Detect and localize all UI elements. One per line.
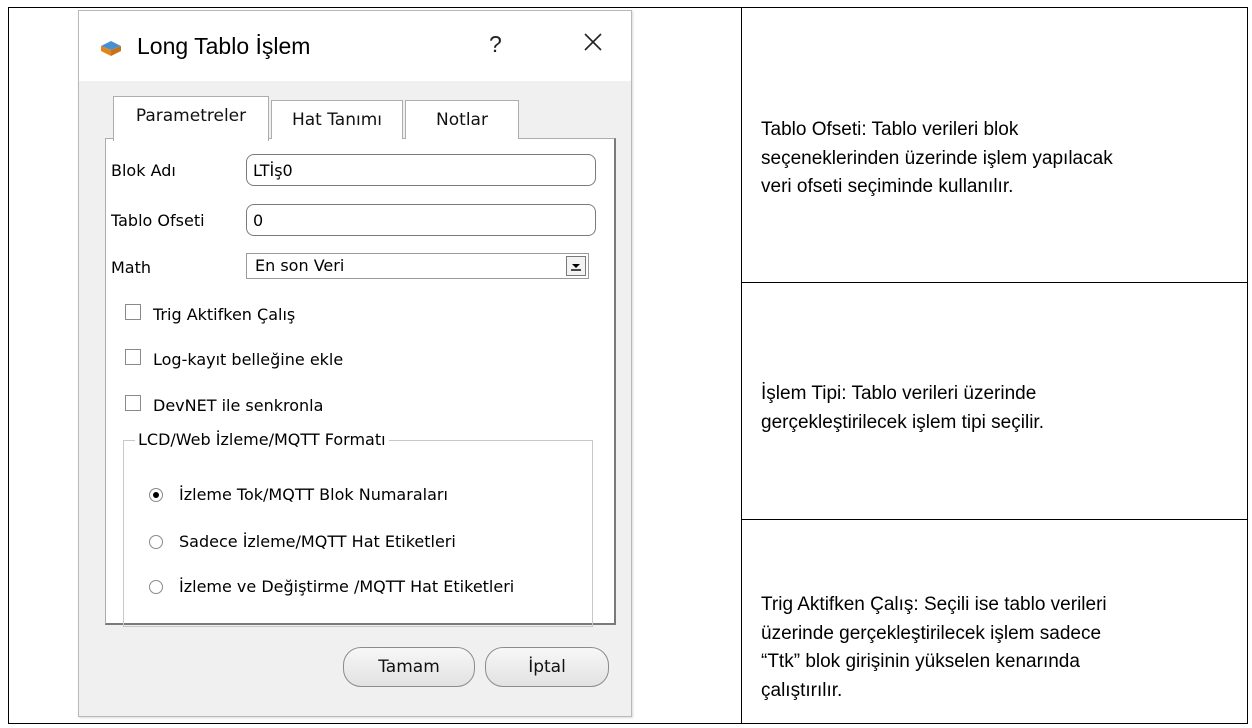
dialog-title: Long Tablo İşlem	[137, 33, 311, 59]
help-button[interactable]: ?	[489, 31, 502, 58]
devnet-checkbox[interactable]	[125, 395, 141, 411]
table-divider-row2	[741, 519, 1248, 520]
trig-aktifken-checkbox[interactable]	[125, 304, 141, 320]
note-islem-tipi-line2: gerçekleştirilecek işlem tipi seçilir.	[761, 411, 1044, 433]
math-select[interactable]: En son Veri	[246, 253, 589, 279]
tamam-button[interactable]: Tamam	[343, 647, 475, 687]
radio-izleme-tok[interactable]	[149, 488, 163, 502]
math-label: Math	[111, 258, 152, 277]
radio-izleme-tok-label: İzleme Tok/MQTT Blok Numaraları	[179, 485, 448, 504]
radio-izleme-degistirme[interactable]	[149, 580, 163, 594]
table-divider-row1	[741, 282, 1248, 283]
tab-hat-tanimi[interactable]: Hat Tanımı	[271, 100, 403, 139]
note-tablo-ofseti: Tablo Ofseti: Tablo verileri blok seçene…	[761, 116, 1231, 202]
trig-aktifken-label: Trig Aktifken Çalış	[153, 305, 296, 324]
radio-selected-dot	[153, 492, 159, 498]
blok-adi-label: Blok Adı	[111, 161, 176, 180]
title-bar[interactable]: Long Tablo İşlem ?	[79, 11, 631, 81]
table-border-bottom	[8, 723, 1248, 724]
blok-adi-input[interactable]: LTİş0	[246, 154, 596, 186]
app-icon	[101, 41, 121, 56]
note-trig-line1: Trig Aktifken Çalış: Seçili ise tablo ve…	[761, 594, 1107, 615]
math-select-value: En son Veri	[255, 256, 345, 275]
log-kayit-label: Log-kayıt belleğine ekle	[153, 350, 344, 369]
tablo-ofseti-input[interactable]: 0	[246, 204, 596, 236]
note-tablo-ofseti-line3: veri ofseti seçiminde kullanılır.	[761, 176, 1014, 197]
note-islem-tipi-line1: İşlem Tipi: Tablo verileri üzerinde	[761, 383, 1037, 404]
radio-sadece-izleme[interactable]	[149, 535, 163, 549]
lcd-web-format-title: LCD/Web İzleme/MQTT Formatı	[135, 430, 389, 449]
iptal-button[interactable]: İptal	[485, 647, 609, 687]
tab-parametreler[interactable]: Parametreler	[113, 96, 269, 141]
radio-izleme-degistirme-label: İzleme ve Değiştirme /MQTT Hat Etiketler…	[179, 577, 515, 596]
radio-sadece-izleme-label: Sadece İzleme/MQTT Hat Etiketleri	[179, 532, 456, 551]
table-border-left	[8, 7, 9, 724]
tablo-ofseti-label: Tablo Ofseti	[111, 211, 205, 230]
close-icon[interactable]	[579, 28, 607, 56]
devnet-label: DevNET ile senkronla	[153, 396, 324, 415]
note-tablo-ofseti-line1: Tablo Ofseti: Tablo verileri blok	[761, 119, 1019, 140]
note-tablo-ofseti-line2: seçeneklerinden üzerinde işlem yapılacak	[761, 147, 1113, 169]
table-border-top	[8, 7, 1248, 8]
chevron-down-icon[interactable]	[566, 256, 586, 276]
note-islem-tipi: İşlem Tipi: Tablo verileri üzerinde gerç…	[761, 380, 1231, 437]
note-trig-line3: “Ttk” blok girişinin yükselen kenarında	[761, 651, 1080, 672]
note-trig: Trig Aktifken Çalış: Seçili ise tablo ve…	[761, 591, 1231, 705]
log-kayit-checkbox[interactable]	[125, 349, 141, 365]
long-tablo-islem-dialog: Long Tablo İşlem ? Parametreler Hat Tanı…	[78, 10, 632, 717]
tab-notlar[interactable]: Notlar	[405, 100, 519, 139]
note-trig-line2: üzerinde gerçekleştirilecek işlem sadece	[761, 622, 1102, 644]
note-trig-line4: çalıştırılır.	[761, 679, 843, 701]
table-divider-vertical	[741, 7, 742, 724]
table-border-right	[1247, 7, 1248, 724]
